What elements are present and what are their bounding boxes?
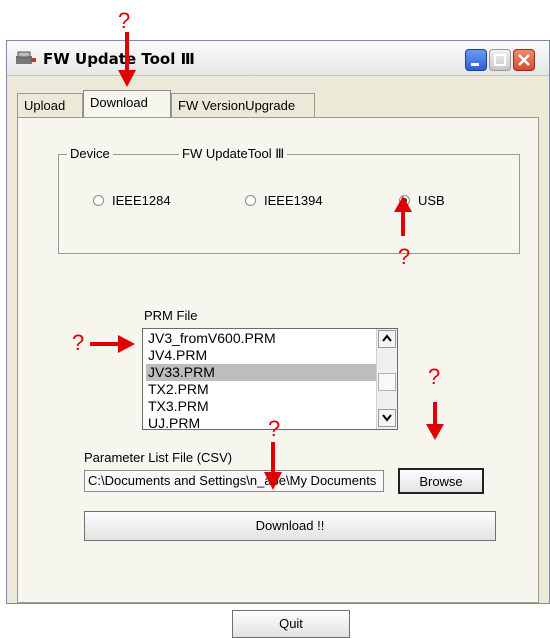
maximize-button[interactable] bbox=[489, 49, 511, 71]
scroll-down-button[interactable] bbox=[378, 409, 396, 427]
list-item[interactable]: UJ.PRM bbox=[146, 415, 378, 429]
radio-dot bbox=[245, 195, 256, 206]
down-arrow-icon bbox=[426, 402, 444, 440]
device-legend: Device bbox=[67, 146, 113, 161]
parameter-file-path-field[interactable]: C:\Documents and Settings\n_abe\My Docum… bbox=[84, 470, 384, 492]
list-scrollbar[interactable] bbox=[376, 329, 397, 429]
title-bar[interactable]: FW Update Tool Ⅲ bbox=[7, 41, 549, 76]
chevron-up-icon bbox=[382, 334, 392, 342]
list-item[interactable]: TX2.PRM bbox=[146, 381, 378, 398]
annotation-question-mark: ? bbox=[268, 416, 281, 441]
annotation-question-mark: ? bbox=[398, 244, 411, 269]
fw-updatetool-legend: FW UpdateTool Ⅲ bbox=[179, 146, 288, 162]
right-arrow-icon bbox=[90, 335, 135, 353]
fw-update-tool-window: FW Update Tool Ⅲ Upload Download FW Vers… bbox=[6, 40, 550, 638]
minimize-icon bbox=[471, 63, 479, 66]
list-item[interactable]: TX3.PRM bbox=[146, 398, 378, 415]
scroll-thumb[interactable] bbox=[378, 373, 396, 391]
chevron-down-icon bbox=[382, 414, 392, 422]
radio-label: IEEE1394 bbox=[264, 193, 323, 208]
maximize-icon bbox=[494, 54, 506, 66]
close-button[interactable] bbox=[513, 49, 535, 71]
parameter-list-label: Parameter List File (CSV) bbox=[84, 450, 233, 465]
annotation-question-mark: ? bbox=[428, 364, 441, 389]
quit-button[interactable]: Quit bbox=[232, 610, 350, 638]
list-item-selected[interactable]: JV33.PRM bbox=[146, 364, 378, 381]
radio-label: USB bbox=[418, 193, 445, 208]
tab-fw-version-upgrade[interactable]: FW VersionUpgrade bbox=[171, 93, 315, 117]
scroll-up-button[interactable] bbox=[378, 330, 396, 348]
annotation-question-mark: ? bbox=[118, 8, 131, 33]
radio-ieee1394[interactable]: IEEE1394 bbox=[245, 193, 323, 208]
download-tab-panel: Device FW UpdateTool Ⅲ IEEE1284 IEEE1394… bbox=[17, 117, 539, 638]
radio-dot bbox=[93, 195, 104, 206]
up-arrow-icon bbox=[394, 196, 412, 236]
browse-button[interactable]: Browse bbox=[398, 468, 484, 494]
prm-file-label: PRM File bbox=[144, 308, 198, 323]
down-arrow-icon bbox=[118, 32, 136, 87]
list-item[interactable]: JV4.PRM bbox=[146, 347, 378, 364]
radio-ieee1284[interactable]: IEEE1284 bbox=[93, 193, 171, 208]
list-item[interactable]: JV3_fromV600.PRM bbox=[146, 330, 378, 347]
radio-label: IEEE1284 bbox=[112, 193, 171, 208]
tab-download[interactable]: Download bbox=[83, 90, 171, 118]
minimize-button[interactable] bbox=[465, 49, 487, 71]
app-icon bbox=[16, 51, 36, 64]
close-icon bbox=[518, 54, 530, 66]
tab-upload[interactable]: Upload bbox=[17, 93, 83, 117]
prm-file-list[interactable]: JV3_fromV600.PRM JV4.PRM JV33.PRM TX2.PR… bbox=[142, 328, 398, 430]
annotation-question-mark: ? bbox=[72, 330, 85, 355]
device-group: Device FW UpdateTool Ⅲ IEEE1284 IEEE1394… bbox=[58, 146, 520, 254]
down-arrow-icon bbox=[264, 442, 282, 490]
download-button[interactable]: Download !! bbox=[84, 511, 496, 541]
